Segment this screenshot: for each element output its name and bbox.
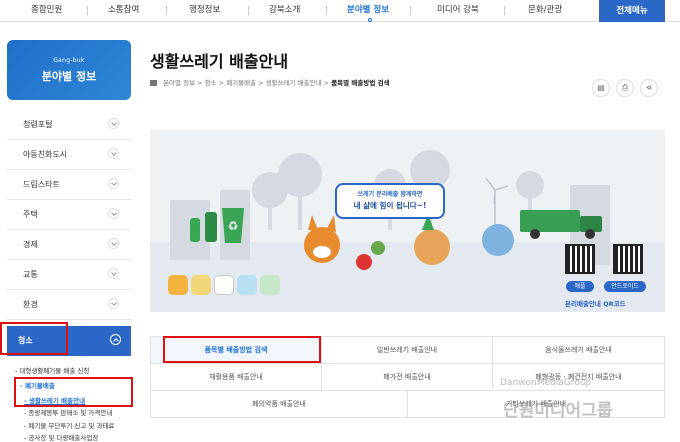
sidebar-item-label: 교통 [23,270,38,279]
chevron-down-icon [108,178,119,189]
sidebar-item-label: 드림스타트 [23,180,60,189]
nav-item-about[interactable]: 강북소개 [269,3,300,15]
tab-recyclables[interactable]: 재활용품 배출안내 [150,363,322,391]
breadcrumb-item[interactable]: 생활쓰레기 배출안내 [266,79,322,87]
tab-general-waste[interactable]: 일반쓰레기 배출안내 [321,336,493,364]
sidebar-item-traffic[interactable]: 교통 [7,260,131,290]
sidebar-item-dreamstart[interactable]: 드림스타트 [7,170,131,200]
campaign-sign-line1: 쓰레기 분리배출 함께하면 [357,191,423,198]
nav-item-field-info[interactable]: 분야별 정보 [347,3,389,15]
all-menu-button[interactable]: 전체메뉴 [599,0,665,22]
nav-divider [504,6,505,15]
sidebar-header-title: 분야별 정보 [41,70,97,83]
sidebar-item-label: 주택 [23,210,38,219]
can-icon [168,275,188,295]
qr-code-ios[interactable] [565,244,595,274]
bookmark-icon[interactable]: ▤ [592,79,610,97]
chevron-down-icon [108,208,119,219]
breadcrumb-item[interactable]: 분야별 정보 [163,79,195,87]
nav-item-admin-info[interactable]: 행정정보 [189,3,220,15]
chevron-down-icon [108,238,119,249]
qr-code-label: 분리배출안내 QR코드 [565,300,626,308]
submenu-item-construction[interactable]: - 공사장 및 다량배출사업장 [24,432,98,442]
vinyl-icon [237,275,257,295]
submenu-item-bag-shops[interactable]: - 종량제봉투 판매소 및 가격안내 [24,407,112,417]
share-icon[interactable]: ⋖ [640,79,658,97]
sidebar-menu: 청렴포털 아동친화도시 드림스타트 주택 경제 교통 환경 [7,110,131,320]
chevron-down-icon [108,298,119,309]
sidebar-item-economy[interactable]: 경제 [7,230,131,260]
top-navigation: 종합민원 소통참여 행정정보 강북소개 분야별 정보 미디어 강북 문화/관광 … [0,0,680,22]
sidebar-item-label: 청렴포털 [23,120,53,129]
nav-item-civil[interactable]: 종합민원 [31,3,62,15]
nav-divider [87,6,88,15]
glass-icon [260,275,280,295]
nav-item-culture[interactable]: 문화/관광 [528,3,562,15]
chevron-down-icon [108,148,119,159]
print-icon[interactable]: ⎙ [616,79,634,97]
breadcrumb-current: 품목별 배출방법 검색 [331,79,390,87]
sidebar-item-child-friendly[interactable]: 아동친화도시 [7,140,131,170]
qr-code-android[interactable] [613,244,643,274]
svg-text:♻: ♻ [228,219,239,233]
highlight-box [14,377,133,407]
sidebar-item-label: 아동친화도시 [23,150,68,159]
chevron-down-icon [108,118,119,129]
qr-android-button[interactable]: 안드로이드 [604,281,646,292]
nav-divider [248,6,249,15]
watermark-en: DanwonMediaGroup [500,378,592,388]
sidebar-item-integrity[interactable]: 청렴포털 [7,110,131,140]
nav-divider [326,6,327,15]
sidebar-header: Gang-buk 분야별 정보 [7,40,131,100]
waste-category-icons [168,275,283,299]
chevron-up-icon [110,334,121,345]
nav-divider [410,6,411,15]
paper-icon [191,275,211,295]
submenu-item-large-waste[interactable]: - 대형생활폐기물 배출 신청 [15,365,89,375]
sidebar-item-label: 환경 [23,300,38,309]
tab-food-waste[interactable]: 음식물쓰레기 배출안내 [492,336,665,364]
submenu-item-illegal-dumping[interactable]: - 폐기물 무단투기 신고 및 과태료 [24,420,114,430]
sidebar-item-housing[interactable]: 주택 [7,200,131,230]
nav-divider [166,6,167,15]
chevron-down-icon [108,268,119,279]
nav-item-participation[interactable]: 소통참여 [108,3,139,15]
home-icon[interactable] [150,80,157,86]
breadcrumb: 분야별 정보 > 청소 > 폐기물배출 > 생활쓰레기 배출안내 > 품목별 배… [150,77,390,87]
sidebar-header-en: Gang-buk [53,57,85,64]
breadcrumb-item[interactable]: 폐기물배출 [226,79,256,87]
page-title: 생활쓰레기 배출안내 [150,52,289,71]
qr-ios-button[interactable]: 애플 [566,281,594,292]
campaign-sign: 쓰레기 분리배출 함께하면 내 삶에 힘이 됩니다~! [335,183,445,219]
watermark-ko: 단원미디어그룹 [503,401,613,421]
plastic-icon [214,275,234,295]
campaign-sign-line2: 내 삶에 힘이 됩니다~! [353,201,427,210]
tab-medicine[interactable]: 폐의약품 배출안내 [150,390,408,418]
active-indicator [368,18,372,22]
sidebar-item-environment[interactable]: 환경 [7,290,131,320]
breadcrumb-item[interactable]: 청소 [205,79,217,87]
sidebar-item-label: 경제 [23,240,38,249]
highlight-box [0,322,68,355]
tab-appliances[interactable]: 폐가전 배출안내 [321,363,493,391]
highlight-box [163,336,321,363]
nav-item-media[interactable]: 미디어 강북 [437,3,479,15]
